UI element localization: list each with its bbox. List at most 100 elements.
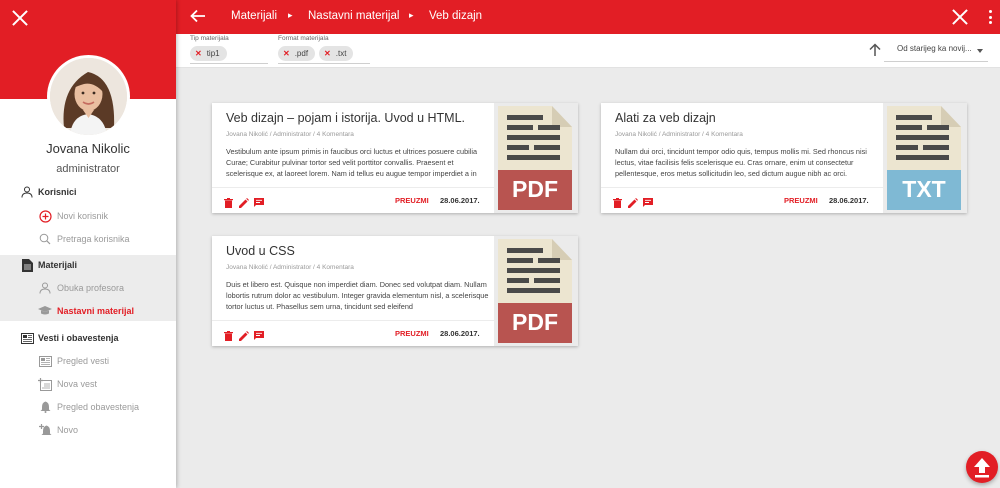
edit-icon[interactable]: [239, 195, 249, 208]
sidebar: Jovana Nikolic administrator Korisnici N…: [0, 0, 176, 488]
breadcrumb-materijali[interactable]: Materijali: [231, 10, 277, 22]
filter-chip[interactable]: ✕ .pdf: [278, 46, 316, 61]
comment-icon[interactable]: [254, 328, 264, 340]
person-icon: [38, 281, 52, 295]
type-filter-field[interactable]: ✕ tip1: [190, 44, 268, 64]
nav-section-label: Vesti i obavestenja: [38, 333, 119, 343]
card-actions: PREUZMI 28.06.2017.: [601, 187, 883, 213]
download-link[interactable]: PREUZMI: [395, 196, 429, 205]
card-body: Nullam dui orci, tincidunt tempor odio q…: [615, 147, 867, 178]
type-filter-label: Tip materijala: [190, 35, 229, 42]
sidebar-item-label: Nastavni materijal: [57, 306, 135, 316]
chip-label: .txt: [335, 49, 347, 58]
sidebar-item-label: Novi korisnik: [57, 211, 109, 221]
delete-icon[interactable]: [224, 195, 234, 208]
card-meta: Jovana Nikolić / Administrator / 4 Komen…: [226, 264, 354, 271]
breadcrumb-separator-icon: ▸: [409, 10, 414, 20]
delete-icon[interactable]: [224, 328, 234, 341]
user-name: Jovana Nikolic: [46, 141, 130, 156]
chip-label: .pdf: [294, 49, 309, 58]
file-thumbnail[interactable]: PDF: [494, 236, 578, 346]
chevron-down-icon: [977, 49, 983, 53]
card-body: Vestibulum ante ipsum primis in faucibus…: [226, 147, 478, 178]
remove-chip-icon[interactable]: ✕: [324, 49, 331, 58]
breadcrumb-veb-dizajn[interactable]: Veb dizajn: [429, 10, 482, 22]
filter-chip[interactable]: ✕ .txt: [319, 46, 354, 61]
nav-section-vesti[interactable]: Vesti i obavestenja: [0, 328, 176, 348]
news-icon: [38, 354, 52, 368]
sort-direction-icon[interactable]: [868, 43, 882, 57]
sidebar-item-label: Pretraga korisnika: [57, 234, 130, 244]
close-sidebar-icon[interactable]: [12, 10, 28, 26]
sidebar-item-pregled-obavestenja[interactable]: Pregled obavestenja: [0, 397, 176, 417]
sidebar-item-novi-korisnik[interactable]: Novi korisnik: [0, 206, 176, 226]
nav-section-korisnici[interactable]: Korisnici: [0, 182, 176, 202]
nav-section-label: Materijali: [38, 260, 78, 270]
download-link[interactable]: PREUZMI: [395, 329, 429, 338]
document-icon: [20, 258, 34, 272]
sidebar-item-label: Pregled obavestenja: [57, 402, 140, 412]
comment-icon[interactable]: [643, 195, 653, 207]
chip-label: tip1: [206, 49, 220, 58]
bell-icon: [38, 400, 52, 414]
filter-bar: Tip materijala ✕ tip1 Format materijala ✕…: [176, 34, 1000, 68]
sidebar-item-nastavni-materijal[interactable]: Nastavni materijal: [0, 301, 176, 321]
file-type-label: PDF: [512, 309, 558, 335]
nav-section-materijali[interactable]: Materijali: [0, 255, 176, 275]
more-options-icon[interactable]: [988, 10, 992, 24]
add-news-icon: [38, 377, 52, 391]
card-meta: Jovana Nikolić / Administrator / 4 Komen…: [615, 131, 743, 138]
delete-icon[interactable]: [613, 195, 623, 208]
back-arrow-icon[interactable]: [190, 9, 208, 25]
sidebar-item-novo[interactable]: Novo: [0, 420, 176, 440]
sidebar-item-nova-vest[interactable]: Nova vest: [0, 374, 176, 394]
card-title[interactable]: Alati za veb dizajn: [615, 111, 716, 125]
file-type-label: TXT: [902, 176, 945, 202]
sidebar-item-obuka-profesora[interactable]: Obuka profesora: [0, 278, 176, 298]
sort-select[interactable]: Od starijeg ka novij...: [884, 42, 988, 62]
card-meta: Jovana Nikolić / Administrator / 4 Komen…: [226, 131, 354, 138]
sidebar-item-pretraga-korisnika[interactable]: Pretraga korisnika: [0, 229, 176, 249]
material-card: Uvod u CSS Jovana Nikolić / Administrato…: [212, 236, 578, 346]
upload-button[interactable]: [966, 451, 998, 483]
format-filter-field[interactable]: ✕ .pdf ✕ .txt: [278, 44, 370, 64]
sidebar-item-label: Novo: [57, 425, 79, 435]
card-actions: PREUZMI 28.06.2017.: [212, 320, 494, 346]
add-bell-icon: [38, 423, 52, 437]
avatar[interactable]: [47, 55, 130, 138]
filter-chip[interactable]: ✕ tip1: [190, 46, 227, 61]
edit-icon[interactable]: [239, 328, 249, 341]
remove-chip-icon[interactable]: ✕: [195, 49, 202, 58]
card-title[interactable]: Uvod u CSS: [226, 244, 295, 258]
card-date: 28.06.2017.: [440, 329, 480, 338]
download-link[interactable]: PREUZMI: [784, 196, 818, 205]
material-card: Alati za veb dizajn Jovana Nikolić / Adm…: [601, 103, 967, 213]
breadcrumb-separator-icon: ▸: [288, 10, 293, 20]
card-actions: PREUZMI 28.06.2017.: [212, 187, 494, 213]
file-type-label: PDF: [512, 176, 558, 202]
sort-value: Od starijeg ka novij...: [897, 44, 972, 53]
sidebar-item-pregled-vesti[interactable]: Pregled vesti: [0, 351, 176, 371]
file-thumbnail[interactable]: TXT: [883, 103, 967, 213]
top-bar: Materijali ▸ Nastavni materijal ▸ Veb di…: [176, 0, 1000, 34]
material-card: Veb dizajn – pojam i istorija. Uvod u HT…: [212, 103, 578, 213]
edit-icon[interactable]: [628, 195, 638, 208]
person-icon: [20, 185, 34, 199]
app-root: Jovana Nikolic administrator Korisnici N…: [0, 0, 1000, 488]
news-icon: [20, 331, 34, 345]
card-title[interactable]: Veb dizajn – pojam i istorija. Uvod u HT…: [226, 111, 465, 125]
file-thumbnail[interactable]: PDF: [494, 103, 578, 213]
remove-chip-icon[interactable]: ✕: [283, 49, 290, 58]
card-date: 28.06.2017.: [829, 196, 869, 205]
sidebar-item-label: Nova vest: [57, 379, 98, 389]
format-filter-label: Format materijala: [278, 35, 329, 42]
breadcrumb-nastavni-materijal[interactable]: Nastavni materijal: [308, 10, 399, 22]
nav-section-label: Korisnici: [38, 187, 77, 197]
upload-icon: [974, 458, 990, 478]
close-icon[interactable]: [952, 9, 968, 25]
sidebar-item-label: Obuka profesora: [57, 283, 125, 293]
sidebar-item-label: Pregled vesti: [57, 356, 110, 366]
search-icon: [38, 232, 52, 246]
card-date: 28.06.2017.: [440, 196, 480, 205]
comment-icon[interactable]: [254, 195, 264, 207]
